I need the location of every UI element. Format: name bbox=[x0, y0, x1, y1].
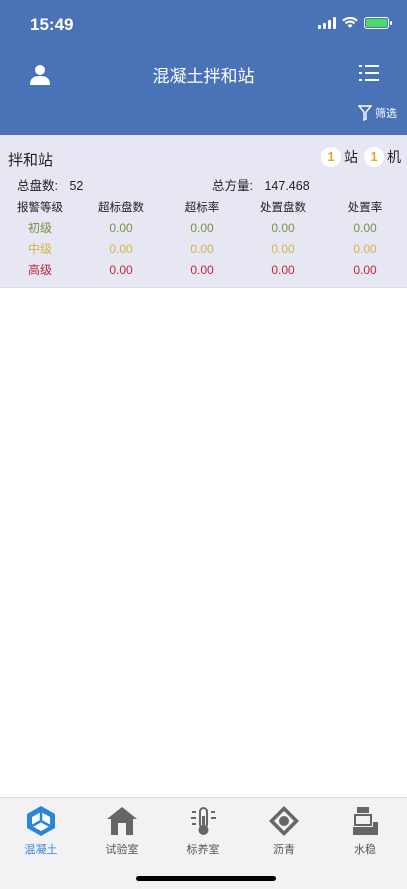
funnel-icon bbox=[358, 105, 372, 121]
table-cell: 0.00 bbox=[109, 220, 133, 235]
machine-count-badge: 1 bbox=[364, 147, 384, 167]
total-batches-value: 52 bbox=[69, 179, 84, 193]
station-machine-counts: 1 站 1 机 bbox=[318, 147, 401, 167]
signal-icon bbox=[318, 17, 336, 29]
table-row: 中级 0.00 0.00 0.00 0.00 bbox=[0, 238, 407, 259]
total-volume-value: 147.468 bbox=[264, 179, 310, 193]
table-cell: 0.00 bbox=[109, 241, 133, 256]
total-volume: 总方量: 147.468 bbox=[212, 175, 310, 194]
table-header: 超标盘数 bbox=[98, 201, 144, 214]
tab-label: 沥青 bbox=[273, 844, 295, 856]
status-icons bbox=[318, 17, 392, 29]
tab-label: 混凝土 bbox=[24, 844, 58, 856]
home-indicator bbox=[136, 876, 276, 881]
total-batches: 总盘数: 52 bbox=[17, 175, 83, 194]
tab-water-stable[interactable]: 水稳 bbox=[330, 804, 400, 857]
table-cell: 0.00 bbox=[271, 220, 295, 235]
table-cell: 0.00 bbox=[271, 241, 295, 256]
table-cell: 0.00 bbox=[271, 262, 295, 277]
table-header-row: 报警等级 超标盘数 超标率 处置盘数 处置率 bbox=[0, 196, 407, 217]
table-cell: 0.00 bbox=[353, 220, 377, 235]
tab-label: 水稳 bbox=[354, 844, 376, 856]
tab-concrete[interactable]: 混凝土 bbox=[6, 804, 76, 857]
tab-lab[interactable]: 试验室 bbox=[87, 804, 157, 857]
filter-label: 筛选 bbox=[375, 108, 397, 120]
wifi-icon bbox=[342, 17, 358, 28]
table-header: 处置率 bbox=[347, 201, 383, 214]
total-batches-label: 总盘数: bbox=[17, 179, 58, 193]
concrete-icon bbox=[27, 806, 55, 836]
station-count-badge: 1 bbox=[321, 147, 341, 167]
status-time: 15:49 bbox=[30, 15, 74, 34]
tab-label: 标养室 bbox=[186, 844, 220, 856]
table-header: 报警等级 bbox=[17, 201, 63, 214]
alarm-table: 报警等级 超标盘数 超标率 处置盘数 处置率 初级 0.00 0.00 0.00… bbox=[0, 196, 407, 280]
filter-button[interactable]: 筛选 bbox=[358, 105, 397, 121]
level-label: 初级 bbox=[27, 221, 52, 235]
table-header: 处置盘数 bbox=[260, 201, 306, 214]
level-label: 高级 bbox=[27, 263, 52, 277]
table-cell: 0.00 bbox=[190, 262, 214, 277]
tab-label: 试验室 bbox=[105, 844, 139, 856]
table-cell: 0.00 bbox=[353, 262, 377, 277]
table-cell: 0.00 bbox=[190, 220, 214, 235]
table-row: 高级 0.00 0.00 0.00 0.00 bbox=[0, 259, 407, 280]
machine-unit: 机 bbox=[387, 149, 401, 165]
table-header: 超标率 bbox=[184, 201, 220, 214]
tab-curing-room[interactable]: 标养室 bbox=[168, 804, 238, 857]
panel-title: 拌和站 bbox=[8, 152, 54, 169]
mixing-station-panel[interactable]: 拌和站 1 站 1 机 总盘数: 52 总方量: 147.468 报警等级 超标… bbox=[0, 135, 407, 288]
station-unit: 站 bbox=[344, 149, 358, 165]
table-row: 初级 0.00 0.00 0.00 0.00 bbox=[0, 217, 407, 238]
level-label: 中级 bbox=[27, 242, 52, 256]
table-cell: 0.00 bbox=[109, 262, 133, 277]
tab-asphalt[interactable]: 沥青 bbox=[249, 804, 319, 857]
list-menu-icon[interactable] bbox=[359, 64, 379, 82]
battery-icon bbox=[364, 17, 392, 29]
page-title: 混凝土拌和站 bbox=[152, 67, 255, 86]
asphalt-icon bbox=[269, 806, 299, 836]
thermometer-icon bbox=[191, 807, 216, 835]
table-cell: 0.00 bbox=[353, 241, 377, 256]
water-stable-icon bbox=[353, 807, 378, 835]
total-volume-label: 总方量: bbox=[212, 179, 253, 193]
lab-house-icon bbox=[107, 807, 137, 835]
app-header: 15:49 混凝土拌和站 筛选 bbox=[0, 0, 407, 135]
table-cell: 0.00 bbox=[190, 241, 214, 256]
